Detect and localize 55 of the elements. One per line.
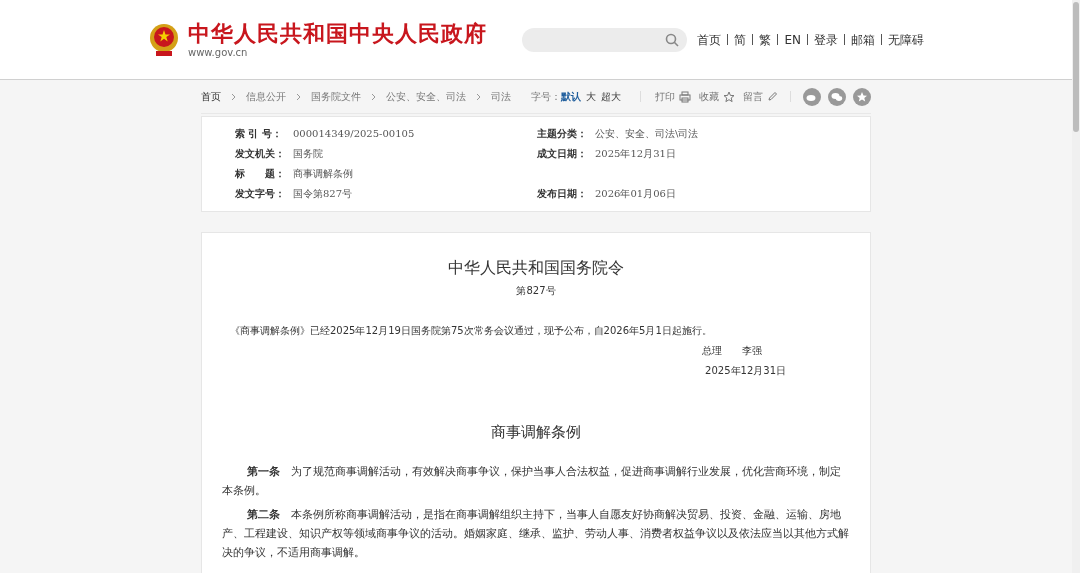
article-paragraph: 第一条 为了规范商事调解活动，有效解决商事争议，保护当事人合法权益，促进商事调解行业发展，优化营商环境，制定本条例。 bbox=[222, 464, 843, 498]
breadcrumb-link[interactable]: 信息公开 bbox=[246, 89, 286, 104]
nav-link[interactable]: 首页 bbox=[697, 30, 722, 49]
nav-link[interactable]: 无障碍 bbox=[888, 30, 924, 49]
nav-link[interactable]: 登录 bbox=[814, 30, 838, 49]
scrollbar[interactable] bbox=[1072, 0, 1080, 573]
info-label: 发文字号： bbox=[235, 187, 286, 201]
info-label: 发布日期： bbox=[537, 187, 588, 201]
nav-link[interactable]: EN bbox=[784, 30, 801, 49]
nav-link[interactable]: 简 bbox=[734, 30, 747, 49]
search-field[interactable] bbox=[522, 27, 688, 52]
nav-link[interactable]: 邮箱 bbox=[851, 30, 875, 49]
site-title[interactable]: 中华人民共和国中央人民政府 bbox=[188, 20, 487, 47]
comment-link[interactable]: 留言 bbox=[743, 89, 763, 104]
breadcrumb-link[interactable]: 司法 bbox=[491, 89, 511, 104]
pencil-icon[interactable] bbox=[767, 91, 778, 102]
font-size-option[interactable]: 默认 bbox=[561, 89, 581, 104]
info-label: 成文日期： bbox=[537, 147, 588, 161]
chevron-icon bbox=[371, 92, 376, 101]
nav-link[interactable]: 繁 bbox=[759, 30, 772, 49]
printer-icon[interactable] bbox=[679, 90, 691, 103]
info-label: 标 题： bbox=[235, 167, 286, 181]
scrollbar-thumb[interactable] bbox=[1073, 2, 1079, 132]
article-paragraph: 第二条 本条例所称商事调解活动，是指在商事调解组织主持下，当事人自愿友好协商解决贸易、投资、金融、运输、房地产、工程建设、知识产权等领域商事争议的活动。婚姻家庭、继承、监护、劳动人事、消费者权益争议以及依法应当以其他方式解决的争议，不适用商事调解。 bbox=[222, 507, 850, 560]
info-label: 发文机关： bbox=[235, 147, 286, 161]
info-label: 索 引 号： bbox=[235, 127, 283, 141]
breadcrumb-link[interactable]: 公安、安全、司法 bbox=[386, 89, 466, 104]
info-value: 国令第827号 bbox=[293, 187, 353, 201]
font-size-option[interactable]: 大 bbox=[586, 89, 596, 104]
chevron-icon bbox=[296, 92, 301, 101]
info-value: 商事调解条例 bbox=[293, 167, 353, 181]
chevron-icon bbox=[476, 92, 481, 101]
national-emblem-icon bbox=[148, 21, 180, 58]
breadcrumb-link[interactable]: 国务院文件 bbox=[311, 89, 361, 104]
site-url: www.gov.cn bbox=[188, 46, 249, 59]
breadcrumb-link[interactable]: 首页 bbox=[201, 89, 221, 104]
font-size-label: 字号： bbox=[531, 90, 561, 104]
font-size-option[interactable]: 超大 bbox=[601, 89, 621, 104]
info-value: 国务院 bbox=[293, 147, 323, 161]
info-value: 000014349/2025-00105 bbox=[293, 127, 415, 141]
info-value: 公安、安全、司法\司法 bbox=[595, 127, 699, 141]
order-number: 第827号 bbox=[515, 284, 557, 298]
order-title: 中华人民共和国国务院令 bbox=[447, 257, 625, 279]
announcement-text: 《商事调解条例》已经2025年12月19日国务院第75次常务会议通过，现予公布，自2026年5月1日起施行。 bbox=[230, 324, 713, 338]
signer-text: 总理 李强 bbox=[702, 344, 762, 358]
favorite-link[interactable]: 收藏 bbox=[699, 89, 719, 104]
star-icon[interactable] bbox=[723, 90, 735, 103]
info-label: 主题分类： bbox=[537, 127, 588, 141]
regulation-title: 商事调解条例 bbox=[490, 422, 582, 442]
sign-date: 2025年12月31日 bbox=[705, 364, 786, 378]
info-value: 2026年01月06日 bbox=[595, 187, 676, 201]
print-link[interactable]: 打印 bbox=[655, 89, 675, 104]
info-value: 2025年12月31日 bbox=[595, 147, 676, 161]
chevron-icon bbox=[231, 92, 236, 101]
search-icon[interactable] bbox=[665, 32, 680, 47]
